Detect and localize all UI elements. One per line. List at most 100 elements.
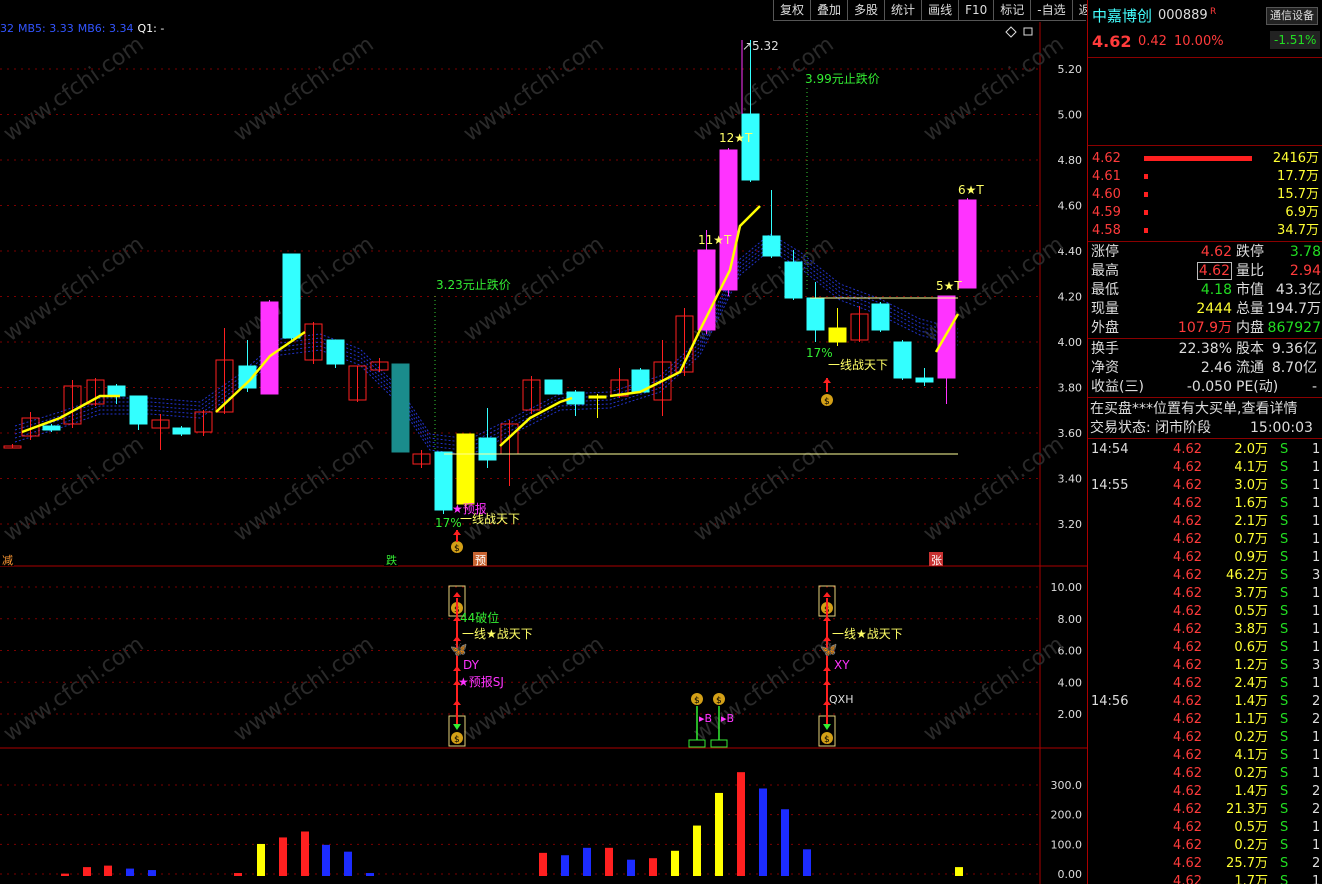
tick-row: 4.62 0.9万 S 1 [1088, 549, 1322, 567]
watermark: www.cfchi.com [0, 232, 149, 347]
toolbar-button-6[interactable]: 标记 [993, 0, 1030, 20]
tick-count: 1 [1312, 622, 1321, 637]
tick-row: 4.62 3.8万 S 1 [1088, 621, 1322, 639]
stock-name[interactable]: 中嘉博创 [1092, 5, 1152, 27]
signal-label: 5★T [936, 279, 962, 293]
tick-time: 14:54 [1091, 442, 1129, 457]
pct-label: 17% [435, 516, 462, 530]
candle-body [326, 339, 345, 365]
candle-body [129, 395, 148, 425]
tick-price: 4.62 [1173, 694, 1202, 709]
arrow-up-icon [453, 666, 461, 671]
order-book-row: 4.61 17.7万 [1088, 168, 1322, 186]
candle-body [915, 377, 934, 383]
tick-row: 4.62 1.6万 S 1 [1088, 495, 1322, 513]
signal-label: 6★T [958, 183, 984, 197]
tick-volume: 0.9万 [1234, 550, 1268, 565]
tick-volume: 2.4万 [1234, 676, 1268, 691]
tick-price: 4.62 [1173, 604, 1202, 619]
bottom-tag-label: 张 [931, 554, 942, 567]
moneybag-icon-glyph: $ [694, 696, 700, 706]
tick-row: 4.62 1.4万 S 2 [1088, 783, 1322, 801]
signal-label: 一线战天下 [828, 358, 888, 372]
order-book-row: 4.59 6.9万 [1088, 204, 1322, 222]
quote-value: 8.70亿 [1271, 360, 1317, 376]
tick-count: 1 [1312, 820, 1321, 835]
tick-side: S [1280, 658, 1289, 673]
tick-row: 4.62 0.2万 S 1 [1088, 765, 1322, 783]
tick-price: 4.62 [1173, 712, 1202, 727]
ob-price: 4.58 [1092, 223, 1121, 238]
tick-volume: 2.0万 [1234, 442, 1268, 457]
toolbar-button-3[interactable]: 统计 [884, 0, 921, 20]
candle-body [719, 149, 738, 291]
tick-count: 1 [1312, 460, 1321, 475]
arrow-up-icon [453, 592, 461, 597]
industry-badge[interactable]: 通信设备 [1266, 7, 1318, 25]
tick-side: S [1280, 604, 1289, 619]
volume-bar [781, 809, 789, 876]
tick-volume: 0.5万 [1234, 820, 1268, 835]
quote-row: 收益(三) -0.050 PE(动) - [1088, 378, 1322, 396]
tick-side: S [1280, 640, 1289, 655]
tick-count: 1 [1312, 532, 1321, 547]
toolbar-button-2[interactable]: 多股 [847, 0, 884, 20]
volume-bar [561, 855, 569, 876]
tick-side: S [1280, 514, 1289, 529]
tick-volume: 0.5万 [1234, 604, 1268, 619]
tick-row: 4.62 1.7万 S 1 [1088, 873, 1322, 884]
quote-key: 换手 [1091, 341, 1119, 357]
tick-price: 4.62 [1173, 802, 1202, 817]
quote-value: 4.62 [1196, 262, 1232, 280]
indicator-label: DY [463, 658, 480, 672]
ob-bar [1144, 210, 1148, 215]
quote-value: - [1311, 379, 1317, 395]
candle-body [741, 113, 760, 181]
ob-volume: 6.9万 [1285, 205, 1319, 220]
butterfly-icon: 🦋 [450, 642, 468, 658]
window-icon [1023, 27, 1033, 36]
tick-time: 14:55 [1091, 478, 1129, 493]
ob-volume: 15.7万 [1277, 187, 1319, 202]
price-axis-label: 4.80 [1058, 154, 1083, 167]
tick-volume: 1.4万 [1234, 694, 1268, 709]
toolbar-button-1[interactable]: 叠加 [810, 0, 847, 20]
watermark: www.cfchi.com [459, 32, 608, 147]
tick-row: 4.62 0.2万 S 1 [1088, 837, 1322, 855]
tick-price: 4.62 [1173, 550, 1202, 565]
tick-row: 4.62 21.3万 S 2 [1088, 801, 1322, 819]
candle-body [456, 433, 475, 505]
tick-price: 4.62 [1173, 568, 1202, 583]
tick-volume: 0.2万 [1234, 766, 1268, 781]
ob-price: 4.61 [1092, 169, 1121, 184]
tick-row: 4.62 2.4万 S 1 [1088, 675, 1322, 693]
kline-chart[interactable]: 5.205.004.804.604.404.204.003.803.603.40… [0, 22, 1087, 884]
tick-side: S [1280, 478, 1289, 493]
industry-pct: -1.51% [1270, 31, 1321, 49]
toolbar-button-4[interactable]: 画线 [921, 0, 958, 20]
butterfly-icon: 🦋 [820, 642, 838, 658]
toolbar-button-5[interactable]: F10 [958, 0, 993, 20]
ob-bar [1144, 228, 1148, 233]
tick-volume: 0.7万 [1234, 532, 1268, 547]
arrow-up-icon [453, 636, 461, 641]
quote-row: 最低 4.18 市值 43.3亿 [1088, 281, 1322, 299]
toolbar-button-0[interactable]: 复权 [773, 0, 810, 20]
tick-price: 4.62 [1173, 766, 1202, 781]
price-axis-label: 3.60 [1058, 427, 1083, 440]
tick-side: S [1280, 856, 1289, 871]
stop-price-label: 3.23元止跌价 [436, 277, 511, 292]
toolbar-button-7[interactable]: -自选 [1030, 0, 1071, 20]
stop-price-label: 3.99元止跌价 [805, 71, 880, 86]
big-order-notice[interactable]: 在买盘***位置有大买单,查看详情 [1088, 400, 1322, 418]
b-signal-label: ▸B [721, 712, 734, 725]
watermark: www.cfchi.com [229, 32, 378, 147]
tick-side: S [1280, 838, 1289, 853]
price-axis-label: 3.20 [1058, 518, 1083, 531]
tick-volume: 2.1万 [1234, 514, 1268, 529]
stock-flag: R [1210, 7, 1217, 17]
tick-side: S [1280, 550, 1289, 565]
tick-count: 2 [1312, 802, 1321, 817]
indicator-label: 一线★战天下 [832, 627, 903, 641]
indicator-label: 44破位 [460, 610, 499, 625]
